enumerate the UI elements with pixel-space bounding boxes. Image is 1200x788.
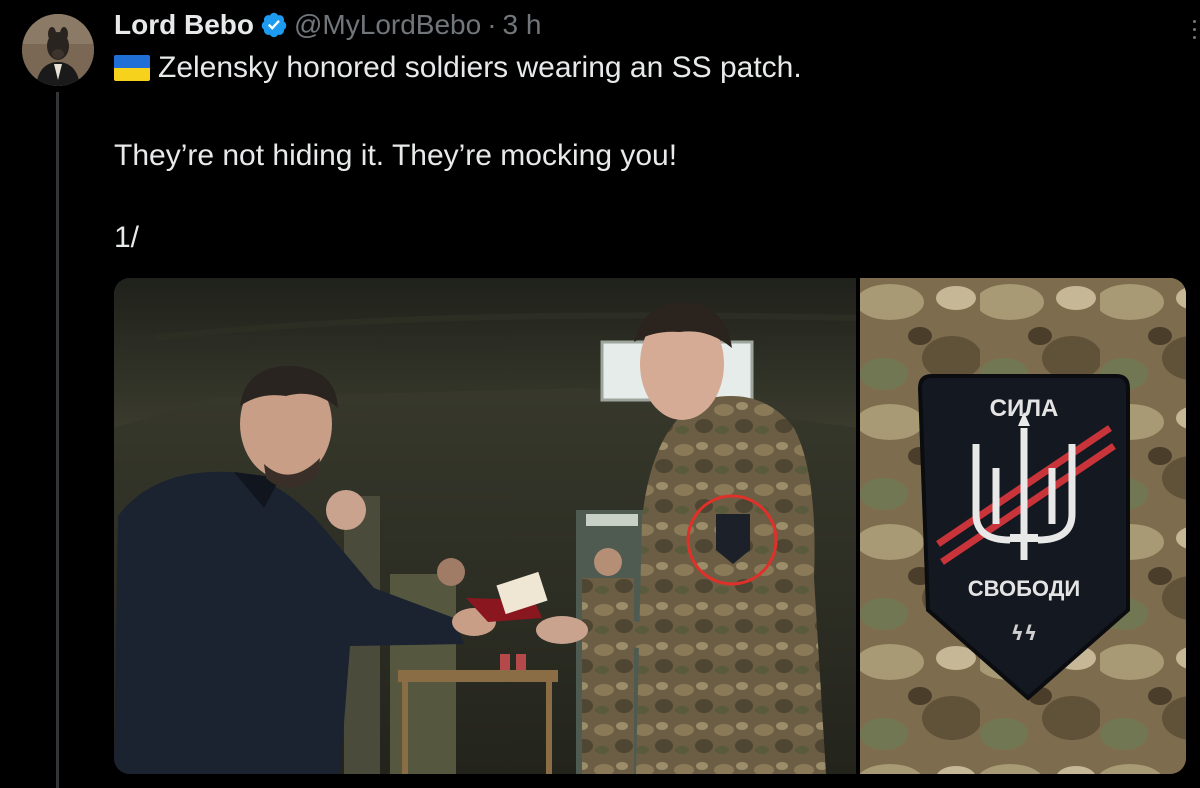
tweet-text-line1: Zelensky honored soldiers wearing an SS … bbox=[158, 51, 802, 84]
separator-dot: · bbox=[487, 9, 497, 40]
ukraine-flag-icon bbox=[114, 55, 150, 81]
thread-line bbox=[56, 92, 59, 788]
author-name[interactable]: Lord Bebo bbox=[114, 9, 254, 41]
patch-mark: ϟϟ bbox=[1011, 621, 1037, 645]
author-avatar[interactable] bbox=[22, 14, 94, 86]
tweet-text: Zelensky honored soldiers wearing an SS … bbox=[114, 48, 1174, 258]
verified-badge-icon bbox=[261, 12, 287, 38]
tweet-header: Lord Bebo @MyLordBebo · 3 h bbox=[114, 6, 541, 44]
tweet-image-ceremony[interactable] bbox=[114, 278, 856, 774]
tweet-image-patch[interactable]: СИЛА СВОБОДИ ϟϟ bbox=[860, 278, 1186, 774]
more-options-icon[interactable] bbox=[1193, 20, 1196, 39]
tweet-text-line3: 1/ bbox=[114, 221, 140, 254]
patch-bottom-text: СВОБОДИ bbox=[968, 576, 1080, 601]
tweet-text-line2: They’re not hiding it. They’re mocking y… bbox=[114, 139, 678, 172]
author-handle[interactable]: @MyLordBebo bbox=[294, 9, 481, 41]
post-time[interactable]: 3 h bbox=[503, 9, 542, 41]
